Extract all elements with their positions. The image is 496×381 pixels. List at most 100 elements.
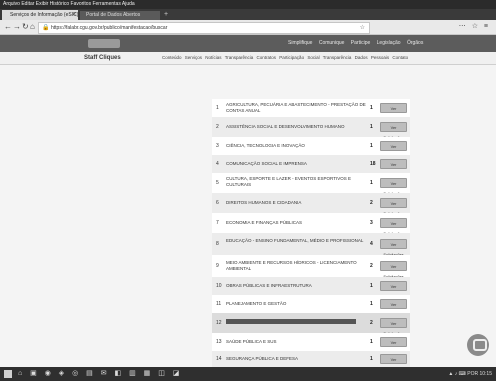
redacted-bar [226,319,356,325]
system-tray[interactable]: ▲ ♪ ⌨ POR 10:15 [448,367,492,381]
row-title: MEIO AMBIENTE E RECURSOS HÍDRICOS - LICE… [226,260,357,271]
row-index: 13 [216,339,222,345]
row-title: AGRICULTURA, PECUÁRIA E ABASTECIMENTO - … [226,102,366,113]
list-item: 14 SEGURANÇA PÚBLICA E DEFESA 1 Ver Soli… [212,351,410,372]
row-index: 14 [216,356,222,362]
view-requests-button[interactable]: Ver Solicitações [380,239,407,257]
browser-menu-icons[interactable]: ⋯ ☆ ≡ [459,20,490,34]
home-icon[interactable]: ⌂ [30,20,35,34]
chat-icon [473,339,487,351]
view-requests-button[interactable]: Ver Solicitações [380,261,407,279]
row-count: 4 [370,241,373,247]
row-title: EDUCAÇÃO - ENSINO FUNDAMENTAL, MÉDIO E P… [226,238,364,243]
site-title[interactable]: Staff Cliques [84,52,121,64]
row-count: 1 [370,105,373,111]
view-requests-button[interactable]: Ver Solicitações [380,141,407,159]
list-item: 10 OBRAS PÚBLICAS E INFRAESTRUTURA 1 Ver… [212,277,410,299]
list-item: 7 ECONOMIA E FINANÇAS PÚBLICAS 3 Ver Sol… [212,213,410,236]
list-item: 1 AGRICULTURA, PECUÁRIA E ABASTECIMENTO … [212,99,410,121]
row-title: DIREITOS HUMANOS E CIDADANIA [226,200,302,205]
list-item: 13 SAÚDE PÚBLICA E SUS 1 Ver Solicitaçõe… [212,333,410,355]
row-count: 1 [370,124,373,130]
new-tab-button[interactable]: + [164,10,168,20]
row-index: 6 [216,200,219,206]
row-title: COMUNICAÇÃO SOCIAL E IMPRENSA [226,161,307,166]
row-title: ECONOMIA E FINANÇAS PÚBLICAS [226,220,303,225]
row-index: 11 [216,301,222,307]
view-requests-button[interactable]: Ver Solicitações [380,198,407,216]
list-item: 11 PLANEJAMENTO E GESTÃO 1 Ver Solicitaç… [212,295,410,317]
browser-tab-inactive[interactable]: Portal de Dados Abertos [80,11,160,20]
list-item: 5 CULTURA, ESPORTE E LAZER - EVENTOS ESP… [212,173,410,196]
gov-links[interactable]: Simplifique Comunique Participe Legislaç… [288,35,423,52]
list-item: 6 DIREITOS HUMANOS E CIDADANIA 2 Ver Sol… [212,193,410,216]
row-count: 1 [370,301,373,307]
site-subbar: Staff Cliques Conteúdo Serviços Notícias… [0,52,496,65]
view-requests-button[interactable]: Ver Solicitações [380,337,407,355]
gov-logo[interactable] [88,39,120,48]
reload-icon[interactable]: ↻ [22,20,29,34]
row-count: 18 [370,161,376,167]
star-icon[interactable]: ☆ [360,23,365,33]
view-requests-button[interactable]: Ver Solicitações [380,318,407,336]
tab-title: Portal de Dados Abertos [86,12,141,18]
row-count: 3 [370,220,373,226]
lock-icon: 🔒 [42,25,50,31]
row-index: 4 [216,161,219,167]
browser-navbar: ← → ↻ ⌂ 🔒 https://falabr.cgu.gov.br/publ… [0,20,496,35]
list-item: 4 COMUNICAÇÃO SOCIAL E IMPRENSA 18 Ver S… [212,155,410,177]
row-index: 5 [216,180,219,186]
forward-icon[interactable]: → [13,20,21,34]
list-item: 2 ASSISTÊNCIA SOCIAL E DESENVOLVIMENTO H… [212,117,410,140]
row-title: SEGURANÇA PÚBLICA E DEFESA [226,356,299,361]
row-title: OBRAS PÚBLICAS E INFRAESTRUTURA [226,283,312,288]
view-requests-button[interactable]: Ver Solicitações [380,299,407,317]
tab-title: Serviços de Informação (eSIC) [10,12,79,18]
row-count: 2 [370,320,373,326]
os-menu-items[interactable]: Arquivo Editar Exibir Histórico Favorito… [3,0,135,9]
row-title: CULTURA, ESPORTE E LAZER - EVENTOS ESPOR… [226,176,351,187]
row-index: 2 [216,124,219,130]
windows-start-icon[interactable] [4,370,12,378]
row-count: 2 [370,263,373,269]
row-index: 8 [216,241,219,247]
view-requests-button[interactable]: Ver Solicitações [380,218,407,236]
row-count: 1 [370,180,373,186]
row-title-redacted [226,319,366,325]
list-item: 12 2 Ver Solicitações [212,313,410,336]
url-bar[interactable]: 🔒 https://falabr.cgu.gov.br/publico/mani… [38,22,370,34]
url-text[interactable]: https://falabr.cgu.gov.br/publico/manife… [51,23,167,33]
chat-button[interactable] [467,334,489,356]
view-requests-button[interactable]: Ver Solicitações [380,281,407,299]
row-count: 1 [370,143,373,149]
row-index: 9 [216,263,219,269]
view-requests-button[interactable]: Ver Solicitações [380,178,407,196]
row-count: 1 [370,283,373,289]
list-item: 3 CIÊNCIA, TECNOLOGIA E INOVAÇÃO 1 Ver S… [212,137,410,159]
list-item: 9 MEIO AMBIENTE E RECURSOS HÍDRICOS - LI… [212,255,410,279]
view-requests-button[interactable]: Ver Solicitações [380,354,407,372]
browser-tabstrip: Serviços de Informação (eSIC) × Portal d… [0,9,496,20]
row-title: CIÊNCIA, TECNOLOGIA E INOVAÇÃO [226,143,305,148]
browser-tab-active[interactable]: Serviços de Informação (eSIC) × [2,10,78,20]
row-index: 3 [216,143,219,149]
row-index: 1 [216,105,219,111]
row-count: 2 [370,200,373,206]
view-requests-button[interactable]: Ver Solicitações [380,103,407,121]
os-menubar: Arquivo Editar Exibir Histórico Favorito… [0,0,496,9]
site-nav[interactable]: Conteúdo Serviços Notícias Transparência… [162,52,408,64]
list-item: 8 EDUCAÇÃO - ENSINO FUNDAMENTAL, MÉDIO E… [212,233,410,257]
back-icon[interactable]: ← [4,20,12,34]
row-title: SAÚDE PÚBLICA E SUS [226,339,277,344]
row-count: 1 [370,356,373,362]
row-index: 10 [216,283,222,289]
taskbar-app-icons[interactable]: ⌂ ▣ ◉ ◈ ◎ ▤ ✉ ◧ ▥ ▦ ◫ ◪ [18,367,182,381]
view-requests-button[interactable]: Ver Solicitações [380,122,407,140]
close-icon[interactable]: × [72,10,76,20]
site-header: Simplifique Comunique Participe Legislaç… [0,35,496,65]
view-requests-button[interactable]: Ver Solicitações [380,159,407,177]
row-index: 7 [216,220,219,226]
os-taskbar: ⌂ ▣ ◉ ◈ ◎ ▤ ✉ ◧ ▥ ▦ ◫ ◪ ▲ ♪ ⌨ POR 10:15 [0,367,496,381]
row-title: PLANEJAMENTO E GESTÃO [226,301,287,306]
row-index: 12 [216,320,222,326]
